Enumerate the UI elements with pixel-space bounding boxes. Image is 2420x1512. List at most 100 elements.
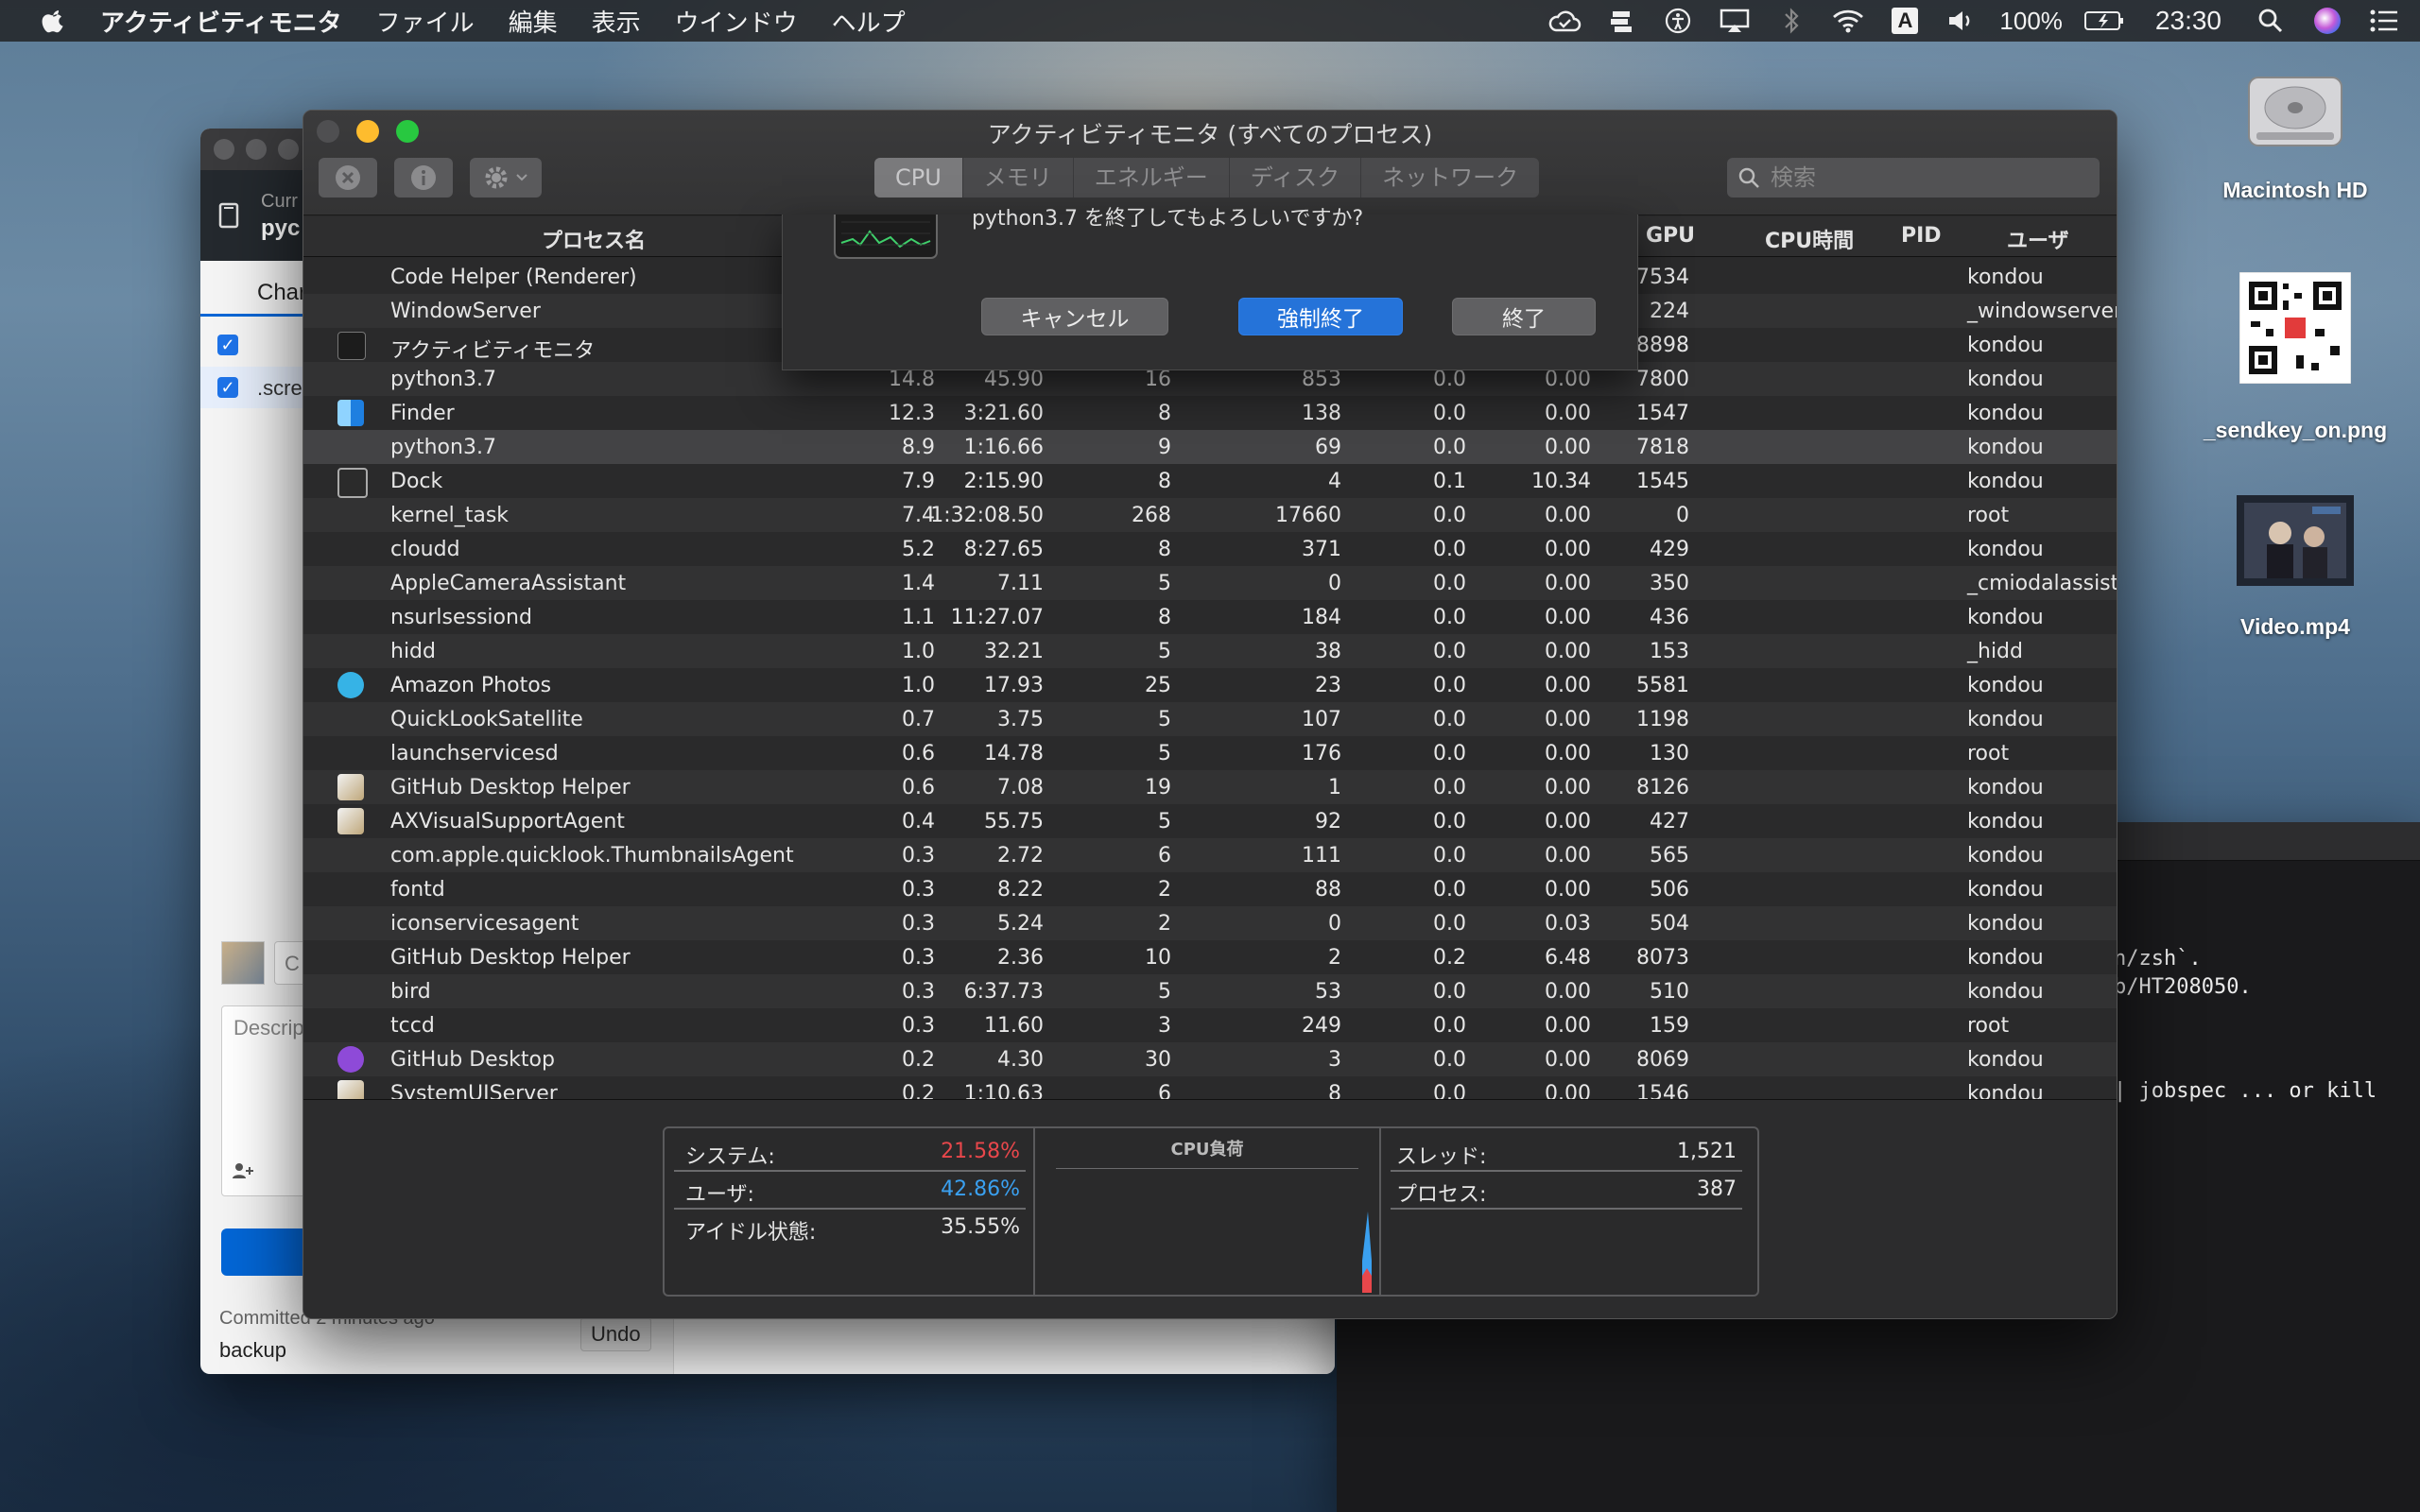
wifi-icon[interactable]	[1831, 7, 1865, 35]
table-row[interactable]: fontd 0.3 8.22 2 88 0.0 0.00 506 kondou	[303, 872, 2117, 906]
idle-wakeups-cell: 371	[1302, 538, 1341, 561]
menu-help[interactable]: ヘルプ	[832, 4, 906, 39]
table-row[interactable]: hidd 1.0 32.21 5 38 0.0 0.00 153 _hidd	[303, 634, 2117, 668]
table-row[interactable]: AXVisualSupportAgent 0.4 55.75 5 92 0.0 0.00 42…	[303, 804, 2117, 838]
undo-button[interactable]: Undo	[580, 1317, 651, 1351]
close-window-button[interactable]	[214, 139, 234, 160]
desktop-icon-label: _sendkey_on.png	[2203, 418, 2388, 442]
changes-tab[interactable]: Char	[257, 280, 306, 306]
gpu-cell: 0.0	[1433, 1014, 1466, 1038]
tab-disk[interactable]: ディスク	[1230, 158, 1362, 198]
tab-energy[interactable]: エネルギー	[1074, 158, 1230, 198]
table-row[interactable]: tccd 0.3 11.60 3 249 0.0 0.00 159 root	[303, 1008, 2117, 1042]
menu-clock[interactable]: 23:30	[2155, 6, 2221, 36]
airplay-icon[interactable]	[1718, 7, 1752, 35]
process-name-cell: tccd	[390, 1014, 435, 1038]
table-row[interactable]: nsurlsessiond 1.1 11:27.07 8 184 0.0 0.00 436 ko…	[303, 600, 2117, 634]
menu-edit[interactable]: 編集	[509, 4, 558, 39]
cpu-percent-cell: 8.9	[902, 436, 935, 459]
table-row[interactable]: python3.7 8.9 1:16.66 9 69 0.0 0.00 7818 kondou	[303, 430, 2117, 464]
column-header-pid[interactable]: PID	[1901, 224, 1942, 248]
current-repository-name[interactable]: pyc	[261, 215, 300, 242]
table-row[interactable]: bird 0.3 6:37.73 5 53 0.0 0.00 510 kondou	[303, 974, 2117, 1008]
table-row[interactable]: SystemUIServer 0.2 1:10.63 6 8 0.0 0.00 1546 kon…	[303, 1076, 2117, 1099]
table-row[interactable]: GitHub Desktop Helper 0.3 2.36 10 2 0.2 6.48 80…	[303, 940, 2117, 974]
zoom-window-button[interactable]	[278, 139, 299, 160]
battery-icon[interactable]	[2083, 7, 2125, 35]
cpu-percent-cell: 7.9	[902, 470, 935, 493]
tab-network[interactable]: ネットワーク	[1361, 158, 1539, 198]
column-header-process-name[interactable]: プロセス名	[542, 224, 646, 254]
desktop-icon-macintosh-hd[interactable]: Macintosh HD	[2182, 59, 2409, 203]
cpu-time-cell: 8.22	[997, 878, 1044, 902]
accessibility-icon[interactable]	[1661, 7, 1695, 35]
user-cell: kondou	[1967, 946, 2044, 970]
table-row[interactable]: QuickLookSatellite 0.7 3.75 5 107 0.0 0.00 1198…	[303, 702, 2117, 736]
cloud-sync-icon[interactable]	[1547, 7, 1582, 35]
table-row[interactable]: launchservicesd 0.6 14.78 5 176 0.0 0.00 130 roo…	[303, 736, 2117, 770]
idle-wakeups-cell: 88	[1315, 878, 1341, 902]
desktop-icon-video-mp4[interactable]: Video.mp4	[2182, 495, 2409, 640]
menu-app-name[interactable]: アクティビティモニタ	[100, 4, 342, 39]
table-row[interactable]: kernel_task 7.4 1:32:08.50 268 17660 0.0 0.00 0…	[303, 498, 2117, 532]
desktop-icon-sendkey-png[interactable]: _sendkey_on.png	[2182, 271, 2409, 443]
table-row[interactable]: com.apple.quicklook.ThumbnailsAgent 0.3 2.…	[303, 838, 2117, 872]
table-row[interactable]: Amazon Photos 1.0 17.93 25 23 0.0 0.00 5581 kond…	[303, 668, 2117, 702]
menu-view[interactable]: 表示	[592, 4, 641, 39]
processes-stat: プロセス: 387	[1391, 1172, 1742, 1210]
table-row[interactable]: iconservicesagent 0.3 5.24 2 0 0.0 0.03 504 kond…	[303, 906, 2117, 940]
user-cell: kondou	[1967, 436, 2044, 459]
action-menu-button[interactable]	[470, 158, 542, 198]
column-header-user[interactable]: ユーザ	[2007, 224, 2069, 254]
gpu-cell: 0.0	[1433, 878, 1466, 902]
input-source-icon[interactable]: A	[1888, 7, 1922, 35]
bluetooth-icon[interactable]	[1774, 7, 1808, 35]
table-row[interactable]: GitHub Desktop Helper 0.6 7.08 19 1 0.0 0.00 81…	[303, 770, 2117, 804]
search-field[interactable]	[1727, 158, 2100, 198]
search-input[interactable]	[1769, 163, 2075, 192]
volume-icon[interactable]	[1945, 7, 1979, 35]
notification-center-icon[interactable]	[2367, 7, 2401, 35]
pid-cell: 8069	[1636, 1048, 1689, 1072]
quit-process-dialog: python3.7 を終了してもよろしいですか? キャンセル 強制終了 終了	[782, 207, 1638, 370]
add-coauthor-icon[interactable]	[232, 1161, 256, 1180]
siri-icon[interactable]	[2310, 7, 2344, 35]
pid-cell: 8126	[1636, 776, 1689, 799]
menu-file[interactable]: ファイル	[376, 4, 475, 39]
file-checkbox[interactable]: ✓	[217, 377, 238, 398]
quit-button[interactable]: 終了	[1452, 298, 1596, 335]
creative-cloud-icon[interactable]	[1604, 7, 1638, 35]
threads-cell: 268	[1132, 504, 1171, 527]
user-cell: kondou	[1967, 1082, 2044, 1099]
spotlight-search-icon[interactable]	[2254, 7, 2288, 35]
table-row[interactable]: GitHub Desktop 0.2 4.30 30 3 0.0 0.00 8069 kondo…	[303, 1042, 2117, 1076]
last-commit-message: backup	[219, 1338, 286, 1362]
cpu-time-cell: 7.08	[997, 776, 1044, 799]
finder-icon	[337, 400, 364, 426]
tab-cpu[interactable]: CPU	[874, 158, 963, 198]
gpu-cell: 0.0	[1433, 572, 1466, 595]
column-header-gpu[interactable]: GPU	[1646, 224, 1695, 248]
cancel-button[interactable]: キャンセル	[981, 298, 1168, 335]
pid-cell: 224	[1650, 300, 1689, 323]
process-table: Code Helper (Renderer)0.00.007534kondouW…	[303, 260, 2117, 1099]
stop-process-button[interactable]	[319, 158, 377, 198]
menu-window[interactable]: ウインドウ	[675, 4, 798, 39]
cpu-time-cell: 17.93	[984, 674, 1044, 697]
minimize-window-button[interactable]	[246, 139, 267, 160]
process-name-cell: AppleCameraAssistant	[390, 572, 627, 595]
table-row[interactable]: cloudd 5.2 8:27.65 8 371 0.0 0.00 429 kondou	[303, 532, 2117, 566]
inspect-process-button[interactable]	[394, 158, 453, 198]
force-quit-button[interactable]: 強制終了	[1238, 298, 1403, 335]
column-header-cpu-time[interactable]: CPU時間	[1765, 224, 1854, 254]
table-row[interactable]: AppleCameraAssistant 1.4 7.11 5 0 0.0 0.00 350 _…	[303, 566, 2117, 600]
idle-wakeups-cell: 107	[1302, 708, 1341, 731]
apple-menu-icon[interactable]	[40, 7, 68, 35]
process-name-cell: Dock	[390, 470, 443, 493]
tab-memory[interactable]: メモリ	[963, 158, 1074, 198]
threads-cell: 5	[1158, 810, 1171, 833]
table-row[interactable]: Dock 7.9 2:15.90 8 4 0.1 10.34 1545 kondou	[303, 464, 2117, 498]
select-all-checkbox[interactable]: ✓	[217, 335, 238, 355]
amazon-photos-icon	[337, 672, 364, 698]
table-row[interactable]: Finder 12.3 3:21.60 8 138 0.0 0.00 1547 kondou	[303, 396, 2117, 430]
